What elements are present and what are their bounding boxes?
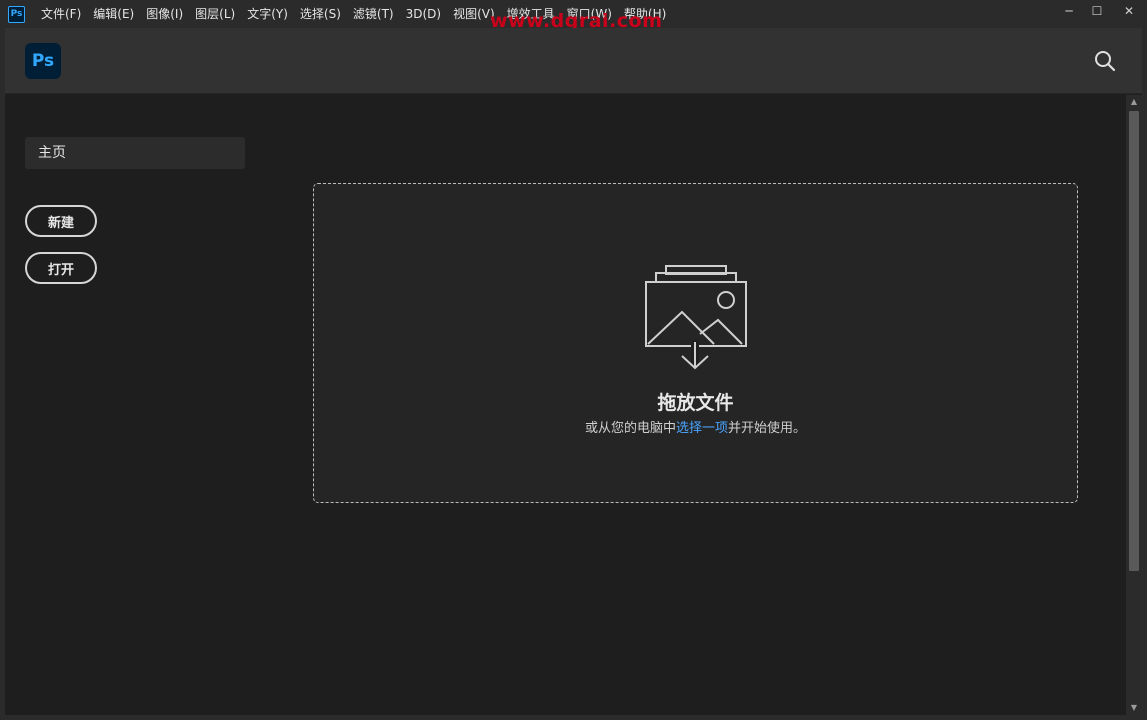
drop-subtitle-suffix: 并开始使用。 — [728, 421, 807, 436]
maximize-button[interactable]: ☐ — [1083, 0, 1111, 22]
select-file-link[interactable]: 选择一项 — [676, 421, 728, 436]
drop-zone[interactable]: 拖放文件 或从您的电脑中选择一项并开始使用。 — [313, 183, 1078, 503]
window-controls: ─ ☐ ✕ — [1055, 0, 1147, 24]
menu-select[interactable]: 选择(S) — [294, 0, 347, 28]
window-frame-bottom — [0, 715, 1147, 720]
menu-view[interactable]: 视图(V) — [447, 0, 501, 28]
menu-bar: Ps 文件(F) 编辑(E) 图像(I) 图层(L) 文字(Y) 选择(S) 滤… — [0, 0, 1147, 32]
menu-3d[interactable]: 3D(D) — [400, 0, 447, 28]
drop-subtitle: 或从您的电脑中选择一项并开始使用。 — [314, 417, 1077, 436]
home-main: 主页 新建 打开 拖放文件 或从您的电脑中选择一项并开始使用。 — [5, 95, 1126, 715]
close-button[interactable]: ✕ — [1111, 0, 1147, 22]
new-button[interactable]: 新建 — [25, 205, 97, 237]
menu-file[interactable]: 文件(F) — [35, 0, 87, 28]
menu-filter[interactable]: 滤镜(T) — [347, 0, 400, 28]
menu-type[interactable]: 文字(Y) — [241, 0, 294, 28]
open-button[interactable]: 打开 — [25, 252, 97, 284]
drop-title: 拖放文件 — [657, 392, 734, 414]
vertical-scrollbar[interactable]: ▲ ▼ — [1126, 95, 1142, 715]
window-frame-right — [1142, 28, 1147, 720]
menu-layer[interactable]: 图层(L) — [189, 0, 241, 28]
photoshop-logo[interactable]: Ps — [25, 43, 61, 79]
menu-image[interactable]: 图像(I) — [140, 0, 189, 28]
menu-edit[interactable]: 编辑(E) — [87, 0, 140, 28]
menu-help[interactable]: 帮助(H) — [618, 0, 672, 28]
minimize-button[interactable]: ─ — [1055, 0, 1083, 22]
search-icon — [1095, 51, 1116, 72]
menu-plugins[interactable]: 增效工具 — [501, 0, 561, 28]
scroll-down-arrow-icon[interactable]: ▼ — [1126, 701, 1142, 715]
drop-subtitle-prefix: 或从您的电脑中 — [584, 421, 676, 436]
scroll-thumb[interactable] — [1129, 111, 1139, 571]
menu-items: 文件(F) 编辑(E) 图像(I) 图层(L) 文字(Y) 选择(S) 滤镜(T… — [35, 0, 672, 28]
home-header: Ps — [5, 28, 1142, 94]
scroll-up-arrow-icon[interactable]: ▲ — [1126, 95, 1142, 109]
menu-window[interactable]: 窗口(W) — [561, 0, 618, 28]
sidebar-item-home[interactable]: 主页 — [25, 137, 245, 169]
image-stack-icon — [645, 265, 747, 370]
app-icon[interactable]: Ps — [8, 5, 25, 23]
search-button[interactable] — [1093, 49, 1117, 73]
